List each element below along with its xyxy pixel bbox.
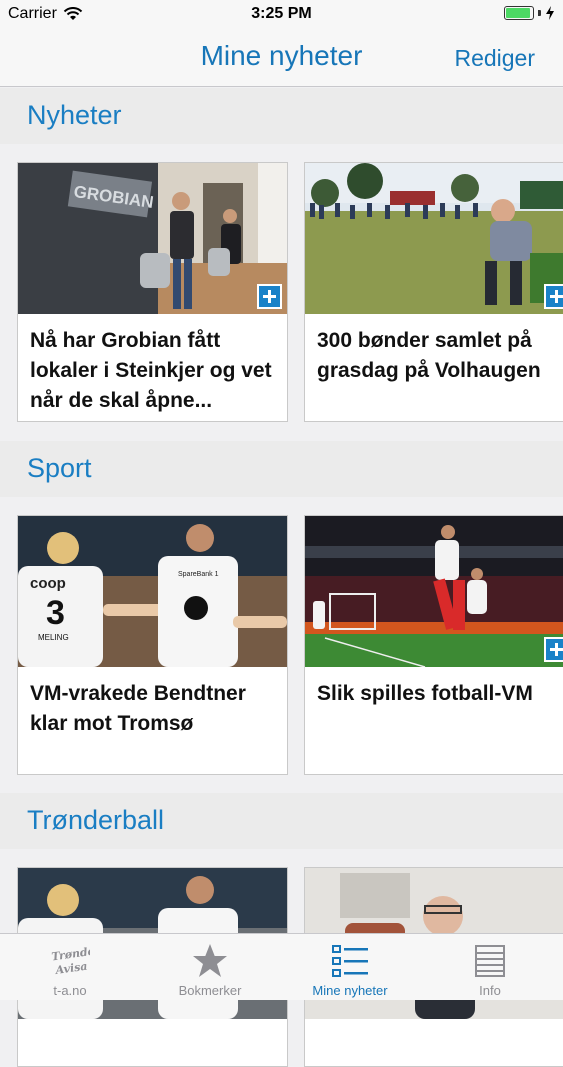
section-title: Sport <box>27 453 92 483</box>
jersey-brand: coop <box>30 575 66 592</box>
jersey-number: 3 <box>46 594 65 632</box>
status-bar: Carrier 3:25 PM <box>0 0 563 30</box>
status-time: 3:25 PM <box>251 5 312 22</box>
tab-t-a-no[interactable]: Trønder- Avisa t-a.no <box>0 934 140 1001</box>
battery-icon <box>504 6 534 20</box>
section-title: Nyheter <box>27 100 122 130</box>
section-header-sport: Sport <box>0 441 563 497</box>
article-row-sport: coop 3 MELING SpareBank 1 VM-vrakede Ben… <box>0 515 563 775</box>
tab-label: Bokmerker <box>178 983 242 998</box>
article-title: VM-vrakede Bendtner klar mot Tromsø <box>30 682 246 735</box>
navigation-bar: Mine nyheter Rediger <box>0 30 563 87</box>
section-header-nyheter: Nyheter <box>0 88 563 144</box>
article-title: Slik spilles fotball-VM <box>317 682 533 705</box>
tronder-avisa-logo-icon: Trønder- Avisa <box>51 943 90 977</box>
article-image: coop 3 MELING SpareBank 1 <box>18 516 287 667</box>
article-title: 300 bønder samlet på grasdag på Volhauge… <box>317 329 541 382</box>
plus-icon <box>544 284 563 309</box>
article-card[interactable]: 300 bønder samlet på grasdag på Volhauge… <box>304 162 563 422</box>
list-icon <box>332 945 368 977</box>
jersey-name: MELING <box>38 633 69 642</box>
article-row-tronderball <box>0 867 563 1067</box>
plus-icon <box>257 284 282 309</box>
star-icon <box>193 944 227 977</box>
article-card[interactable]: coop 3 MELING SpareBank 1 VM-vrakede Ben… <box>17 515 288 775</box>
tab-label: t-a.no <box>53 983 87 998</box>
article-card[interactable]: Slik spilles fotball-VM <box>304 515 563 775</box>
article-image: GROBIAN <box>18 163 287 314</box>
tab-bar: Trønder- Avisa t-a.no Bokmerker Mine nyh… <box>0 933 563 1000</box>
lines-icon <box>475 945 505 977</box>
article-row-nyheter: GROBIAN Nå har Grobian fått lokaler i St… <box>0 162 563 422</box>
tab-bokmerker[interactable]: Bokmerker <box>140 934 280 1001</box>
plus-icon <box>544 637 563 662</box>
article-image <box>305 163 563 314</box>
section-title: Trønderball <box>27 805 165 835</box>
article-title: Nå har Grobian fått lokaler i Steinkjer … <box>30 329 272 412</box>
edit-button[interactable]: Rediger <box>454 45 535 72</box>
jersey-sponsor: SpareBank 1 <box>178 571 219 578</box>
tab-info[interactable]: Info <box>420 934 560 1001</box>
charging-icon <box>546 6 554 20</box>
tab-label: Info <box>479 983 501 998</box>
tab-label: Mine nyheter <box>312 983 388 998</box>
article-card[interactable]: GROBIAN Nå har Grobian fått lokaler i St… <box>17 162 288 422</box>
section-header-tronderball: Trønderball <box>0 793 563 849</box>
tab-mine-nyheter[interactable]: Mine nyheter <box>280 934 420 1001</box>
article-image <box>305 516 563 667</box>
